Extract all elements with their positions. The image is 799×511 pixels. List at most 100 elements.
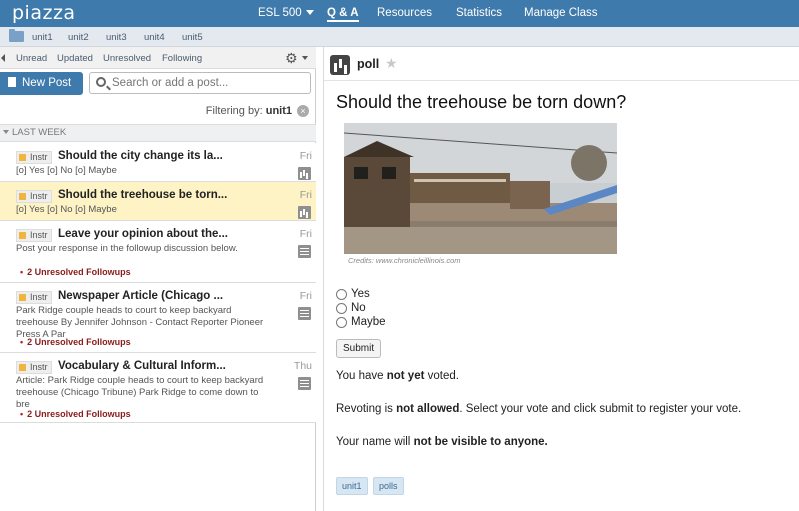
collapse-left-icon[interactable] [1, 54, 5, 62]
poll-icon [298, 206, 311, 219]
filtering-label: Filtering by: unit1 [206, 105, 292, 117]
revote-pre: Revoting is [336, 403, 397, 415]
unresolved-followups: 2 Unresolved Followups [20, 337, 131, 347]
post-item[interactable]: Instr Leave your opinion about the... Po… [0, 221, 316, 283]
post-title: Vocabulary & Cultural Inform... [58, 360, 226, 372]
folder-unit5[interactable]: unit5 [182, 32, 203, 43]
option-label: Yes [351, 288, 370, 300]
folder-unit1[interactable]: unit1 [32, 32, 53, 43]
post-day: Fri [299, 189, 312, 201]
poll-option-yes[interactable]: Yes [336, 287, 386, 301]
instructor-tag: Instr [16, 291, 52, 304]
visibility-bold: not be visible to anyone. [413, 436, 548, 448]
note-icon [298, 377, 311, 390]
post-day: Thu [293, 360, 312, 372]
section-header[interactable]: LAST WEEK [0, 124, 316, 142]
poll-option-no[interactable]: No [336, 301, 386, 315]
post-title: Leave your opinion about the... [58, 228, 228, 240]
note-icon [298, 245, 311, 258]
submit-button[interactable]: Submit [336, 339, 382, 358]
poll-option-maybe[interactable]: Maybe [336, 315, 386, 329]
folder-bar: unit1 unit2 unit3 unit4 unit5 [0, 27, 799, 47]
post-day: Fri [299, 228, 312, 240]
unresolved-followups: 2 Unresolved Followups [20, 409, 131, 419]
filter-unread[interactable]: Unread [16, 53, 47, 64]
chevron-down-icon[interactable] [302, 56, 308, 60]
active-filter: Filtering by: unit1 × [0, 100, 316, 122]
nav-statistics[interactable]: Statistics [456, 7, 502, 19]
post-title: Should the city change its la... [58, 150, 223, 162]
revote-bold: not allowed [396, 403, 460, 415]
post-item[interactable]: Instr Vocabulary & Cultural Inform... Ar… [0, 353, 316, 423]
poll-question: Should the treehouse be torn down? [336, 92, 627, 112]
vote-status-post: voted. [424, 370, 459, 382]
radio-button[interactable] [336, 288, 347, 300]
post-type-label: poll [357, 57, 380, 71]
instructor-tag: Instr [16, 190, 52, 203]
class-selector[interactable]: ESL 500 [258, 7, 314, 19]
revote-post: . Select your vote and click submit to r… [459, 403, 742, 415]
search-icon [96, 77, 106, 87]
chevron-down-icon [305, 10, 314, 16]
treehouse-photo [344, 123, 617, 254]
post-title: Should the treehouse be torn... [58, 189, 228, 201]
filtering-prefix: Filtering by: [205, 105, 263, 117]
poll-icon [298, 167, 311, 180]
note-icon [298, 307, 311, 320]
post-item[interactable]: Instr Should the city change its la... [… [0, 143, 316, 182]
search-input[interactable] [112, 75, 307, 91]
post-snippet: [o] Yes [o] No [o] Maybe [16, 204, 117, 215]
visibility-pre: Your name will [336, 436, 414, 448]
nav-manage-class[interactable]: Manage Class [524, 7, 598, 19]
filter-unresolved[interactable]: Unresolved [103, 53, 151, 64]
folder-unit4[interactable]: unit4 [144, 32, 165, 43]
post-item-selected[interactable]: Instr Should the treehouse be torn... [o… [0, 182, 316, 221]
nav-qa[interactable]: Q & A [327, 7, 359, 22]
tag-polls[interactable]: polls [373, 477, 404, 495]
piazza-logo[interactable]: piazza [12, 2, 76, 24]
post-snippet: [o] Yes [o] No [o] Maybe [16, 165, 117, 176]
unresolved-followups: 2 Unresolved Followups [20, 267, 131, 277]
post-header: poll ★ [324, 47, 799, 81]
filter-updated[interactable]: Updated [57, 53, 93, 64]
nav-resources[interactable]: Resources [377, 7, 432, 19]
top-nav-bar: piazza ESL 500 Q & A Resources Statistic… [0, 0, 799, 27]
option-label: No [351, 302, 366, 314]
post-snippet: Post your response in the followup discu… [16, 243, 238, 254]
post-feed-panel: Unread Updated Unresolved Following ⚙ Ne… [0, 47, 316, 511]
folder-icon[interactable] [9, 29, 24, 42]
instructor-tag: Instr [16, 151, 52, 164]
post-detail-panel: poll ★ Should the treehouse be torn down… [323, 47, 799, 511]
photo-credits: Credits: www.chronicleillinois.com [348, 256, 461, 265]
new-post-button[interactable]: New Post [0, 72, 83, 95]
post-day: Fri [299, 150, 312, 162]
post-snippet: Article: Park Ridge couple heads to cour… [16, 375, 264, 410]
instructor-tag: Instr [16, 361, 52, 374]
filtering-value: unit1 [265, 105, 292, 117]
post-snippet: Park Ridge couple heads to court to keep… [16, 305, 264, 340]
post-day: Fri [299, 290, 312, 302]
vote-status-pre: You have [336, 370, 387, 382]
post-item[interactable]: Instr Newspaper Article (Chicago ... Par… [0, 283, 316, 353]
star-icon[interactable]: ★ [385, 55, 398, 72]
folder-unit3[interactable]: unit3 [106, 32, 127, 43]
feed-filter-bar: Unread Updated Unresolved Following ⚙ [0, 47, 316, 69]
gear-icon[interactable]: ⚙ [285, 50, 298, 67]
chevron-down-icon [3, 130, 9, 134]
revote-text: Revoting is not allowed. Select your vot… [336, 403, 741, 415]
new-post-label: New Post [22, 77, 72, 89]
post-title: Newspaper Article (Chicago ... [58, 290, 224, 302]
vote-status-text: You have not yet voted. [336, 370, 459, 382]
search-box[interactable] [89, 72, 311, 94]
section-label: LAST WEEK [12, 127, 67, 138]
instructor-tag: Instr [16, 229, 52, 242]
folder-unit2[interactable]: unit2 [68, 32, 89, 43]
filter-following[interactable]: Following [162, 53, 202, 64]
clear-filter-icon[interactable]: × [297, 105, 309, 117]
radio-button[interactable] [336, 302, 347, 314]
poll-icon [330, 55, 350, 75]
poll-options: Yes No Maybe [336, 287, 386, 329]
radio-button[interactable] [336, 316, 347, 328]
option-label: Maybe [351, 316, 386, 328]
tag-unit1[interactable]: unit1 [336, 477, 368, 495]
